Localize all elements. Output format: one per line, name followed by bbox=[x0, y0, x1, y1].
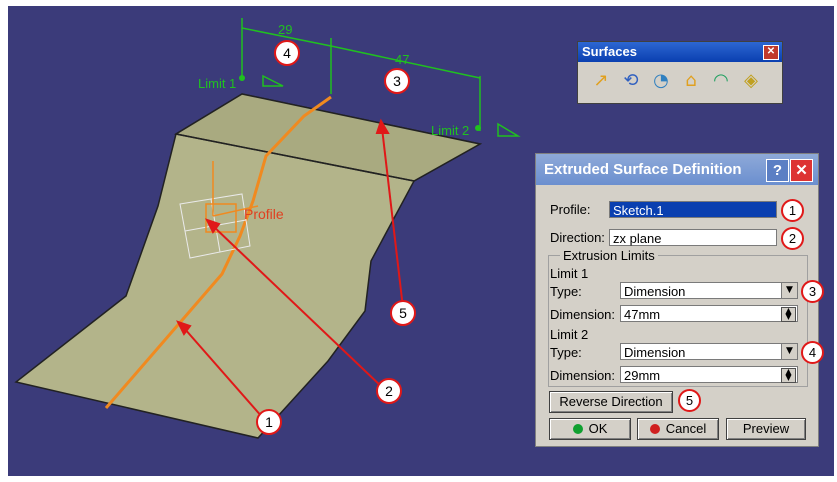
limit2-label: Limit 2 bbox=[431, 123, 470, 138]
sweep-icon[interactable]: ◈ bbox=[738, 68, 764, 94]
cancel-icon bbox=[649, 424, 660, 434]
dialog-title: Extruded Surface Definition bbox=[544, 161, 742, 178]
limit1-type-label: Type: bbox=[550, 284, 582, 299]
limit1-label: Limit 1 bbox=[198, 76, 237, 91]
limit2-point[interactable] bbox=[475, 125, 481, 131]
cancel-label: Cancel bbox=[665, 421, 707, 436]
limit1-dimension-field[interactable]: 47mm ▲ ▼ bbox=[620, 305, 798, 322]
limit1-point[interactable] bbox=[239, 75, 245, 81]
chevron-down-icon[interactable]: ▼ bbox=[781, 283, 797, 298]
limit2-dimension-label: Dimension: bbox=[550, 368, 616, 383]
offset-icon[interactable]: ◠ bbox=[708, 68, 734, 94]
cancel-button[interactable]: Cancel bbox=[637, 418, 719, 440]
chevron-down-icon[interactable]: ▼ bbox=[781, 344, 797, 359]
toolbar-close-button[interactable]: ✕ bbox=[763, 45, 779, 60]
callout-1: 1 bbox=[256, 409, 282, 435]
help-button[interactable]: ? bbox=[766, 159, 789, 182]
dialog-callout-3: 3 bbox=[801, 280, 824, 303]
surfaces-toolbar: Surfaces ✕ ↗ ⟲ ◔ ⌂ ◠ ◈ bbox=[577, 41, 783, 104]
limit2-dimension-field[interactable]: 29mm ▲ ▼ bbox=[620, 366, 798, 383]
cylinder-icon[interactable]: ⌂ bbox=[678, 68, 704, 94]
extruded-surface-dialog: Extruded Surface Definition ? ✕ Profile:… bbox=[535, 153, 824, 447]
extrude-icon[interactable]: ↗ bbox=[588, 68, 614, 94]
revolve-icon[interactable]: ⟲ bbox=[618, 68, 644, 94]
callout-3: 3 bbox=[384, 68, 410, 94]
profile-label: Profile bbox=[244, 206, 284, 222]
spinner-icon[interactable]: ▲ ▼ bbox=[781, 368, 796, 383]
limit1-dimension-label: Dimension: bbox=[550, 307, 616, 322]
limit1-section-label: Limit 1 bbox=[550, 266, 589, 281]
limit2-type-select[interactable]: Dimension ▼ bbox=[620, 343, 798, 360]
ok-label: OK bbox=[588, 421, 608, 436]
extrusion-limits-label: Extrusion Limits bbox=[560, 248, 658, 263]
toolbar-title[interactable]: Surfaces ✕ bbox=[578, 42, 782, 62]
dimension-47-label: 47 bbox=[395, 52, 410, 67]
limit1-type-select[interactable]: Dimension ▼ bbox=[620, 282, 798, 299]
reverse-direction-button[interactable]: Reverse Direction bbox=[549, 391, 673, 413]
callout-2: 2 bbox=[376, 378, 402, 404]
limit2-dimension-value: 29mm bbox=[624, 368, 661, 383]
profile-field[interactable]: Sketch.1 bbox=[609, 201, 777, 218]
dialog-callout-4: 4 bbox=[801, 341, 824, 364]
dialog-callout-2: 2 bbox=[781, 227, 804, 250]
callout-5: 5 bbox=[390, 300, 416, 326]
ok-icon bbox=[572, 424, 583, 434]
limit1-type-value: Dimension bbox=[624, 284, 686, 299]
sphere-icon[interactable]: ◔ bbox=[648, 68, 674, 94]
limit2-section-label: Limit 2 bbox=[550, 327, 589, 342]
dialog-callout-1: 1 bbox=[781, 199, 804, 222]
callout-4: 4 bbox=[274, 40, 300, 66]
spinner-icon[interactable]: ▲ ▼ bbox=[781, 307, 796, 322]
limit2-type-value: Dimension bbox=[624, 345, 686, 360]
dialog-callout-5: 5 bbox=[678, 389, 701, 412]
toolbar-title-text: Surfaces bbox=[582, 44, 637, 59]
ok-button[interactable]: OK bbox=[549, 418, 631, 440]
profile-field-label: Profile: bbox=[550, 202, 591, 217]
limit1-dimension-value: 47mm bbox=[624, 307, 661, 322]
direction-field-label: Direction: bbox=[550, 230, 605, 245]
limit2-type-label: Type: bbox=[550, 345, 582, 360]
direction-field[interactable]: zx plane bbox=[609, 229, 777, 246]
close-button[interactable]: ✕ bbox=[790, 159, 813, 182]
preview-button[interactable]: Preview bbox=[726, 418, 806, 440]
dimension-29-label: 29 bbox=[278, 22, 293, 37]
dialog-title-bar[interactable]: Extruded Surface Definition ? ✕ bbox=[536, 154, 818, 185]
